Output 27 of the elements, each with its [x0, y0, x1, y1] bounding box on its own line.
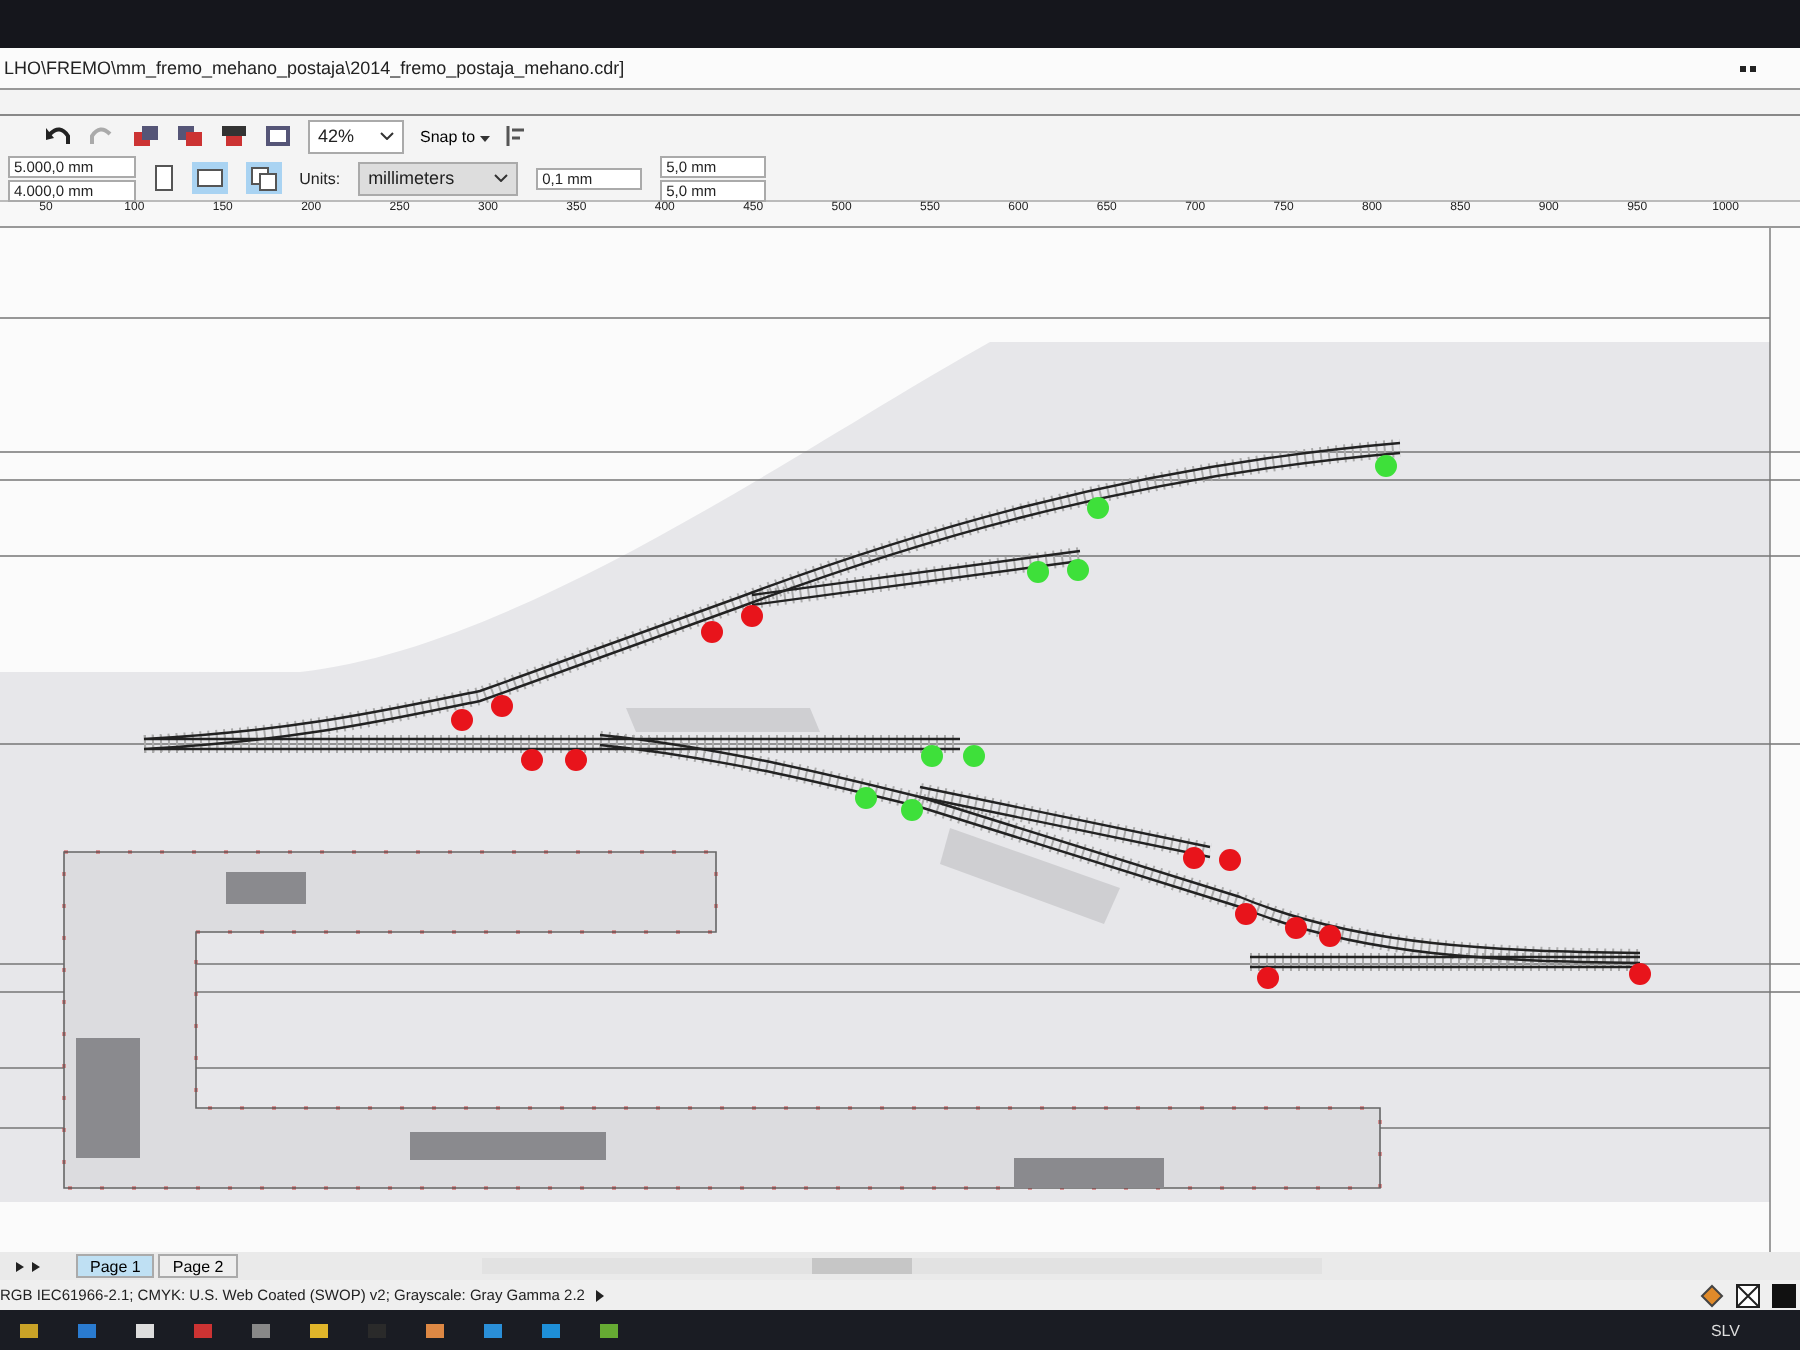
units-dropdown[interactable]: millimeters [358, 161, 519, 195]
align-icon[interactable] [505, 124, 526, 148]
horizontal-scrollbar[interactable] [481, 1258, 1322, 1274]
taskbar-app-icon[interactable] [600, 1323, 618, 1337]
page-navigation-icon[interactable] [16, 1261, 44, 1271]
language-indicator[interactable]: SLV [1710, 1321, 1740, 1339]
landscape-icon[interactable] [191, 162, 228, 194]
taskbar-app-icon[interactable] [136, 1323, 154, 1337]
zoom-dropdown[interactable]: 42% [308, 119, 404, 153]
snap-to-button[interactable]: Snap to [420, 127, 490, 145]
taskbar-app-icon[interactable] [310, 1323, 328, 1337]
window-controls-icon[interactable] [1740, 65, 1756, 71]
caret-icon [479, 135, 490, 141]
page-tab[interactable]: Page 2 [158, 1254, 238, 1278]
units-label: Units: [299, 169, 341, 187]
portrait-icon[interactable] [153, 164, 174, 192]
taskbar-app-icon[interactable] [20, 1323, 38, 1337]
caret-icon [380, 132, 394, 140]
window-title: LHO\FREMO\mm_fremo_mehano_postaja\2014_fremo_postaja_mehano.cdr] [4, 58, 627, 78]
taskbar-app-icon[interactable] [426, 1323, 444, 1337]
pages-icon[interactable] [245, 162, 282, 194]
caret-icon [494, 174, 509, 182]
page-tab[interactable]: Page 1 [76, 1254, 155, 1278]
outline-color-icon [1772, 1283, 1796, 1307]
expand-arrow-icon[interactable] [596, 1289, 605, 1301]
undo-icon[interactable] [44, 124, 72, 148]
printer-icon[interactable] [220, 124, 248, 148]
